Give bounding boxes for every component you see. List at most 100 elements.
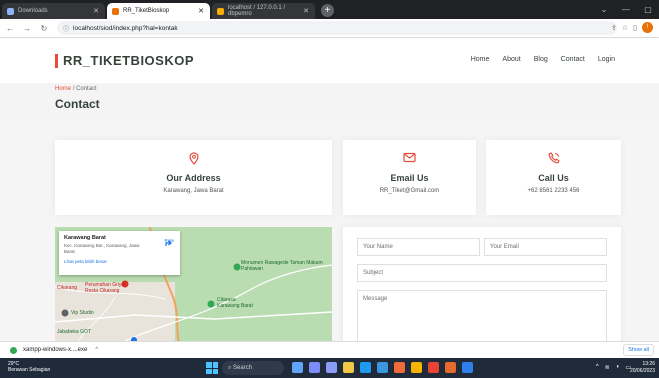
map-label-cikarang: Cikarang [57, 285, 78, 291]
phone-icon [486, 152, 621, 166]
share-icon[interactable]: ⇪ [611, 24, 617, 32]
sublime-icon[interactable] [445, 362, 456, 373]
contact-form: Your Name Your Email Subject Message [343, 227, 621, 341]
map-info-card: Karawang Barat Kec. Karawang Bar., Karaw… [59, 231, 180, 275]
toolbar-actions: ⇪ ☆ ▯ ! [611, 22, 653, 33]
nav-home[interactable]: Home [471, 56, 490, 63]
reload-icon[interactable]: ↻ [37, 24, 51, 33]
volume-icon[interactable]: ◖ [616, 364, 620, 371]
chat-icon[interactable] [326, 362, 337, 373]
vscode-icon[interactable] [462, 362, 473, 373]
taskbar-apps [292, 362, 473, 373]
wifi-icon[interactable]: ≋ [605, 364, 610, 371]
call-text[interactable]: +62 8561 2233 456 [486, 188, 621, 194]
windows-start-icon[interactable] [206, 362, 218, 374]
map-label-monument: Monumen Rawagede Taman Makam Pahlawan [241, 260, 323, 272]
tab-search-button[interactable]: ⌄ [593, 0, 615, 19]
tab-label: localhost / 127.0.0.1 / dbpemro [228, 5, 286, 17]
address-toolbar: ← → ↻ ⓘ localhost/siod/index.php?hal=kon… [0, 19, 659, 38]
nav-about[interactable]: About [502, 56, 520, 63]
map-place-address: Kec. Karawang Bar., Karawang, Jawa Barat [64, 243, 140, 254]
tab-phpmyadmin[interactable]: localhost / 127.0.0.1 / dbpemro ✕ [212, 3, 315, 19]
window-controls: ⌄ — ▢ [593, 0, 659, 19]
weather-desc: Berawan Sebagian [8, 367, 51, 373]
weather-widget[interactable]: 29°C Berawan Sebagian [8, 361, 50, 373]
message-textarea[interactable]: Message [357, 290, 607, 341]
download-file-icon [10, 346, 17, 354]
address-info-box: Our Address Karawang, Jawa Barat [55, 140, 332, 215]
page-title: Contact [55, 97, 100, 111]
tray-chevron-icon[interactable]: ^ [596, 364, 599, 371]
url-text: localhost/siod/index.php?hal=kontak [73, 24, 178, 32]
taskbar-clock[interactable]: 13:26 20/06/2023 [630, 361, 655, 375]
breadcrumb: Home / Contact [55, 86, 97, 92]
nav-contact[interactable]: Contact [561, 56, 585, 63]
breadcrumb-separator: / [72, 86, 75, 92]
app-icon[interactable] [428, 362, 439, 373]
url-bar[interactable]: ⓘ localhost/siod/index.php?hal=kontak [57, 21, 617, 35]
address-text: Karawang, Jawa Barat [163, 188, 224, 194]
nav-login[interactable]: Login [598, 56, 615, 63]
download-options-chevron[interactable]: ^ [95, 347, 98, 353]
browser-tab-strip: Downloads ✕ RR_TiketBioskop ✕ localhost … [0, 0, 659, 19]
widgets-icon[interactable] [309, 362, 320, 373]
call-info-box: Call Us +62 8561 2233 456 [486, 140, 621, 215]
contact-section: Our Address Karawang, Jawa Barat Email U… [0, 123, 659, 341]
email-text[interactable]: RR_Tiket@Gmail.com [343, 188, 476, 194]
windows-taskbar: 29°C Berawan Sebagian ⌕ Search ^ ≋ ◖ ▭ 1… [0, 358, 659, 378]
show-all-button[interactable]: Show all [623, 344, 654, 356]
site-info-icon[interactable]: ⓘ [63, 24, 69, 33]
site-logo[interactable]: RR_TIKETBIOSKOP [55, 53, 194, 68]
email-info-box: Email Us RR_Tiket@Gmail.com [343, 140, 476, 215]
nav-blog[interactable]: Blog [534, 56, 548, 63]
minimize-button[interactable]: — [615, 0, 637, 19]
clock-time: 13:26 [642, 361, 655, 367]
embedded-map[interactable]: Karawang Barat Kec. Karawang Bar., Karaw… [55, 227, 332, 341]
close-tab-icon[interactable]: ✕ [303, 7, 309, 15]
map-route-button[interactable]: Rute [164, 238, 174, 246]
tab-rr-tiketbioskop[interactable]: RR_TiketBioskop ✕ [107, 3, 210, 19]
new-tab-button[interactable]: + [321, 4, 334, 17]
bookmark-star-icon[interactable]: ☆ [622, 24, 628, 32]
main-nav: Home About Blog Contact Login [471, 56, 615, 63]
profile-avatar[interactable]: ! [642, 22, 653, 33]
file-explorer-icon[interactable] [343, 362, 354, 373]
system-tray: ^ ≋ ◖ ▭ [596, 364, 631, 371]
side-panel-icon[interactable]: ▯ [633, 24, 637, 32]
maximize-button[interactable]: ▢ [637, 0, 659, 19]
map-pin-icon [55, 152, 332, 166]
site-header: RR_TIKETBIOSKOP Home About Blog Contact … [0, 39, 659, 83]
download-favicon-icon [7, 7, 14, 15]
store-icon[interactable] [377, 362, 388, 373]
back-arrow-icon[interactable]: ← [3, 24, 17, 33]
task-view-icon[interactable] [292, 362, 303, 373]
download-file-name[interactable]: xampp-windows-x....exe [23, 347, 87, 353]
logo-text: RR_TIKETBIOSKOP [63, 53, 195, 68]
map-larger-link[interactable]: Lihat peta lebih besar [64, 259, 175, 264]
subject-input[interactable]: Subject [357, 264, 607, 282]
chrome-icon[interactable] [411, 362, 422, 373]
directions-icon [165, 240, 173, 246]
taskbar-search[interactable]: ⌕ Search [222, 361, 284, 375]
breadcrumb-current: Contact [76, 86, 97, 92]
map-label-citarasa: Citarasa Karawang Barat [217, 297, 253, 309]
breadcrumb-home-link[interactable]: Home [55, 86, 71, 92]
taskbar-search-label: Search [233, 365, 253, 371]
edge-icon[interactable] [360, 362, 371, 373]
map-label-jababeka: Jababeka GOT [57, 329, 91, 335]
close-tab-icon[interactable]: ✕ [198, 7, 204, 15]
email-input[interactable]: Your Email [484, 238, 607, 256]
logo-accent-bar [55, 53, 58, 68]
envelope-icon [343, 152, 476, 166]
xampp-icon[interactable] [394, 362, 405, 373]
site-favicon-icon [112, 7, 119, 15]
forward-arrow-icon[interactable]: → [20, 24, 34, 33]
close-tab-icon[interactable]: ✕ [93, 7, 99, 15]
tab-downloads[interactable]: Downloads ✕ [2, 3, 105, 19]
tab-label: Downloads [18, 8, 48, 14]
map-place-title: Karawang Barat [64, 235, 106, 241]
map-label-vip-studio: Vip Studio [71, 310, 94, 316]
call-title: Call Us [538, 173, 569, 183]
address-title: Our Address [166, 173, 221, 183]
name-input[interactable]: Your Name [357, 238, 480, 256]
